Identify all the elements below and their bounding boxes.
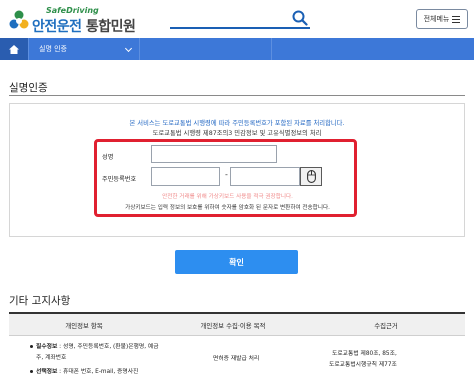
name-field[interactable] [151,145,277,163]
required-info-label: 필수정보 [36,344,58,350]
rrn-label: 주민등록번호 [102,176,137,183]
optional-info-line: 선택정보 : 휴대폰 번호, E-mail, 증명사진 [36,366,138,375]
confirm-button[interactable]: 확인 [175,250,298,274]
basis-cell-line-2: 도로교통법시행규칙 제77조 [329,362,397,368]
logo-korean-text: 안전운전 통합민원 [32,16,136,36]
breadcrumb[interactable]: 실명 인증 [28,38,140,60]
chevron-down-icon [124,44,133,53]
required-info-text: : 성명, 주민등록번호, (환불)은행명, 예금 [57,344,159,350]
mouse-icon [306,170,316,183]
purpose-cell: 면허증 재발급 처리 [213,356,260,362]
menu-button-label: 전체메뉴 [423,15,450,23]
logo-main-text: 안전운전 [32,19,82,35]
logo-english-text: SafeDriving [46,6,99,15]
required-info-line-2: 주, 계좌번호 [36,355,67,361]
logo[interactable]: SafeDriving 안전운전 통합민원 [8,6,136,35]
search-icon[interactable] [292,10,308,26]
rrn-back-field[interactable] [230,167,300,186]
virtual-keyboard-info: 가상키보드는 입력 정보의 보호를 위하여 숫자를 암호화 된 문자로 변환하여… [125,205,330,211]
all-menu-button[interactable]: 전체메뉴 [416,9,468,29]
title-divider [9,95,465,96]
notice-blue-text: 본 서비스는 도로교통법 시행령에 따라 주민등록번호가 포함된 자료를 처리합… [129,120,345,127]
hamburger-icon [452,15,461,23]
navigation-bar: 실명 인증 [0,38,474,60]
optional-info-text: : 휴대폰 번호, E-mail, 증명사진 [57,369,139,375]
name-label: 성명 [102,154,114,161]
column-header: 개인정보 수집·이용 목적 [200,321,266,330]
notice-legal-text: 도로교통법 시행령 제87조의3 민감정보 및 고유식별정보의 처리 [152,130,322,137]
column-header: 개인정보 항목 [65,321,103,330]
table-header: 개인정보 항목 개인정보 수집·이용 목적 수집근거 [9,314,465,336]
rrn-dash: - [225,170,228,179]
page-title: 실명인증 [9,82,48,94]
notices-title: 기타 고지사항 [9,295,71,307]
site-header: SafeDriving 안전운전 통합민원 전체메뉴 [0,0,474,38]
bullet-icon [30,345,33,348]
bullet-icon [30,370,33,373]
required-info-line: 필수정보 : 성명, 주민등록번호, (환불)은행명, 예금 [36,341,159,350]
verification-panel: 본 서비스는 도로교통법 시행령에 따라 주민등록번호가 포함된 자료를 처리합… [9,103,465,237]
basis-cell-line-1: 도로교통법 제80조, 85조, [332,351,397,357]
virtual-keyboard-warning: 안전한 거래를 위해 가상키보드 사용을 적극 권장합니다. [162,194,293,200]
logo-mark-icon [9,10,29,29]
rrn-front-field[interactable] [151,167,220,186]
home-button[interactable] [0,38,28,60]
virtual-keyboard-button[interactable] [300,167,322,186]
breadcrumb-label: 실명 인증 [39,45,67,53]
column-header: 수집근거 [374,321,398,330]
home-icon [9,44,19,54]
optional-info-label: 선택정보 [36,369,58,375]
breadcrumb-empty-slot [140,38,272,60]
logo-sub-text: 통합민원 [85,19,136,35]
search-input[interactable] [170,27,310,29]
